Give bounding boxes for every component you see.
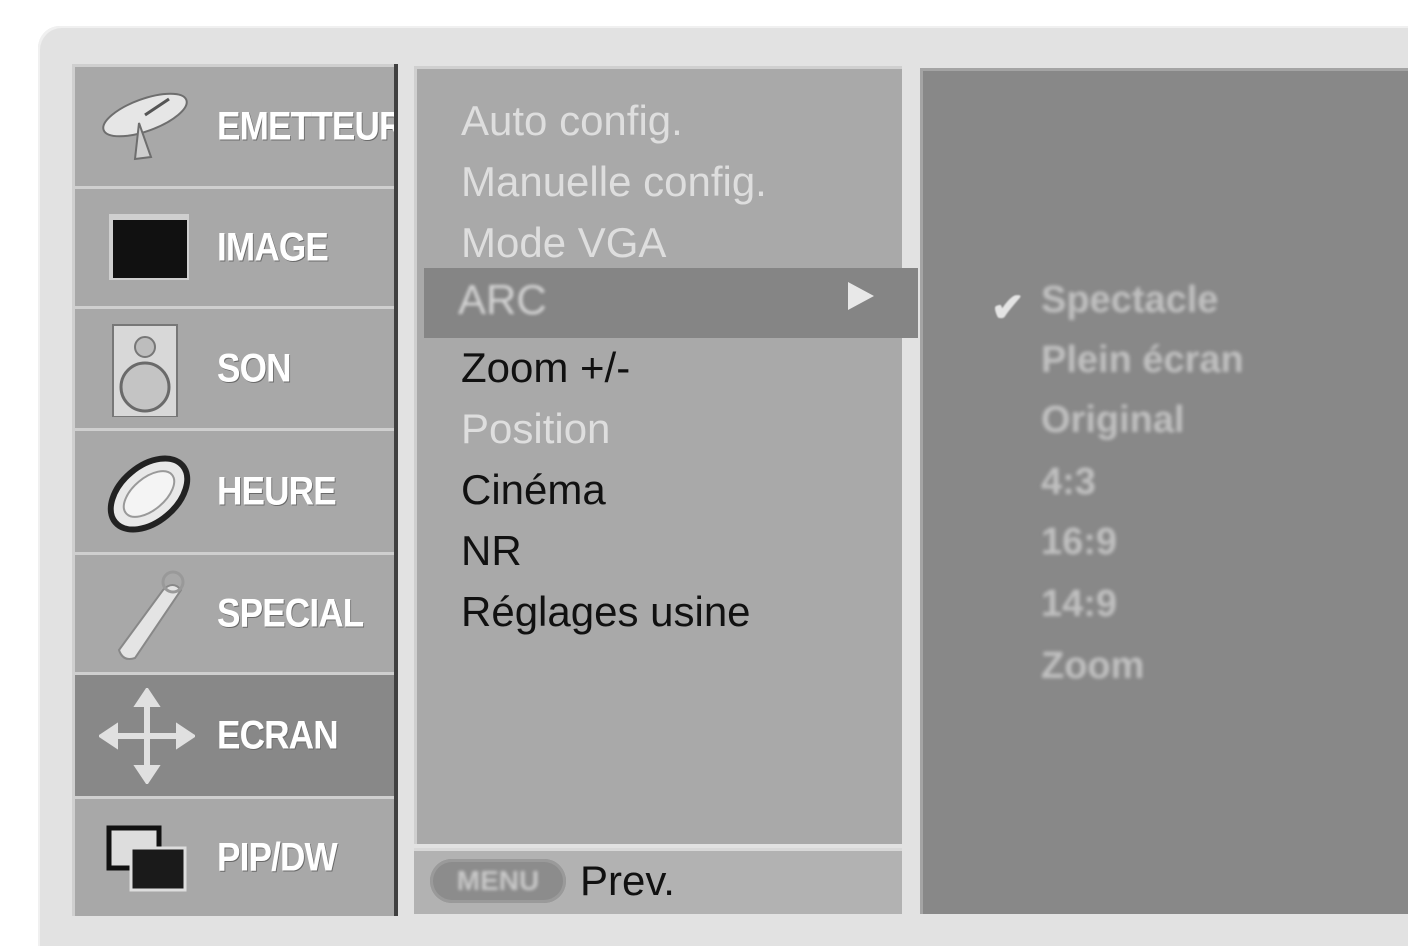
clock-icon	[107, 455, 191, 532]
submenu-item-original[interactable]: Original	[1041, 399, 1185, 442]
prev-label: Prev.	[580, 857, 675, 904]
options-footer: MENU Prev.	[414, 848, 902, 914]
category-label: SON	[217, 346, 292, 390]
speaker-icon	[112, 323, 178, 417]
category-special[interactable]: SPECIAL	[72, 552, 394, 672]
submenu-arrow-icon	[848, 282, 874, 310]
submenu-item-zoom[interactable]: Zoom	[1041, 645, 1144, 688]
category-label: IMAGE	[217, 225, 329, 269]
category-image[interactable]: IMAGE	[72, 186, 394, 306]
category-pip-dw[interactable]: PIP/DW	[72, 796, 394, 916]
remote-hand-icon	[117, 570, 185, 660]
satellite-dish-icon	[102, 92, 188, 160]
category-label: PIP/DW	[217, 835, 338, 879]
category-label: ECRAN	[217, 713, 339, 757]
option-arc-label: ARC	[458, 276, 547, 323]
tv-screen-icon	[109, 213, 189, 280]
submenu-item-plein-ecran[interactable]: Plein écran	[1041, 339, 1244, 382]
category-label: EMETTEUR	[217, 104, 394, 148]
move-arrows-icon	[99, 687, 195, 784]
submenu-item-16-9[interactable]: 16:9	[1041, 521, 1117, 564]
option-position[interactable]: Position	[461, 405, 610, 453]
category-label: HEURE	[217, 469, 337, 513]
category-ecran[interactable]: ECRAN	[72, 672, 394, 796]
options-panel: Auto config. Manuelle config. Mode VGA Z…	[414, 66, 902, 844]
category-emetteur[interactable]: EMETTEUR	[72, 64, 394, 186]
option-zoom[interactable]: Zoom +/-	[461, 344, 630, 392]
category-column: EMETTEUR IMAGE SON HEURE SPECIAL ECRAN P…	[72, 64, 398, 916]
menu-key-label: MENU	[456, 865, 540, 896]
option-nr[interactable]: NR	[461, 527, 522, 575]
option-cinema[interactable]: Cinéma	[461, 466, 606, 514]
arc-submenu-panel: ✔ Spectacle Plein écran Original 4:3 16:…	[920, 68, 1408, 914]
option-arc[interactable]: ARC	[424, 268, 918, 338]
option-mode-vga[interactable]: Mode VGA	[461, 219, 666, 267]
menu-key-button[interactable]: MENU	[430, 859, 566, 903]
checkmark-icon: ✔	[991, 286, 1025, 330]
option-manuelle-config[interactable]: Manuelle config.	[461, 158, 767, 206]
option-reglages-usine[interactable]: Réglages usine	[461, 588, 751, 636]
pip-windows-icon	[106, 825, 187, 891]
submenu-item-spectacle[interactable]: Spectacle	[1041, 279, 1218, 322]
category-label: SPECIAL	[217, 591, 364, 635]
category-heure[interactable]: HEURE	[72, 428, 394, 552]
submenu-item-14-9[interactable]: 14:9	[1041, 583, 1117, 626]
option-auto-config[interactable]: Auto config.	[461, 97, 683, 145]
category-son[interactable]: SON	[72, 306, 394, 428]
submenu-item-4-3[interactable]: 4:3	[1041, 461, 1096, 504]
